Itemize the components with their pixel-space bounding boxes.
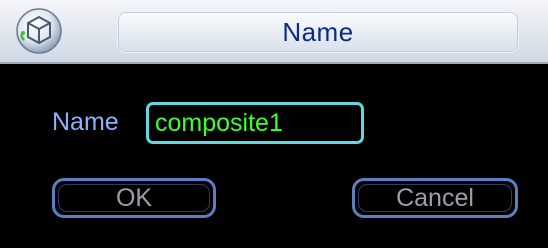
title-bar: Name: [0, 0, 548, 64]
sphere-cube-icon: [14, 6, 64, 56]
ok-button[interactable]: OK: [52, 178, 216, 218]
cancel-button-label: Cancel: [396, 183, 474, 212]
title-pill: Name: [118, 12, 518, 52]
cancel-button[interactable]: Cancel: [352, 178, 518, 218]
dialog-body: Name OK Cancel: [0, 64, 548, 248]
ok-button-label: OK: [115, 183, 153, 212]
window-title: Name: [282, 16, 354, 47]
name-input[interactable]: [146, 102, 364, 144]
name-label: Name: [52, 108, 119, 136]
name-dialog: Name Name OK Cancel: [0, 0, 548, 248]
